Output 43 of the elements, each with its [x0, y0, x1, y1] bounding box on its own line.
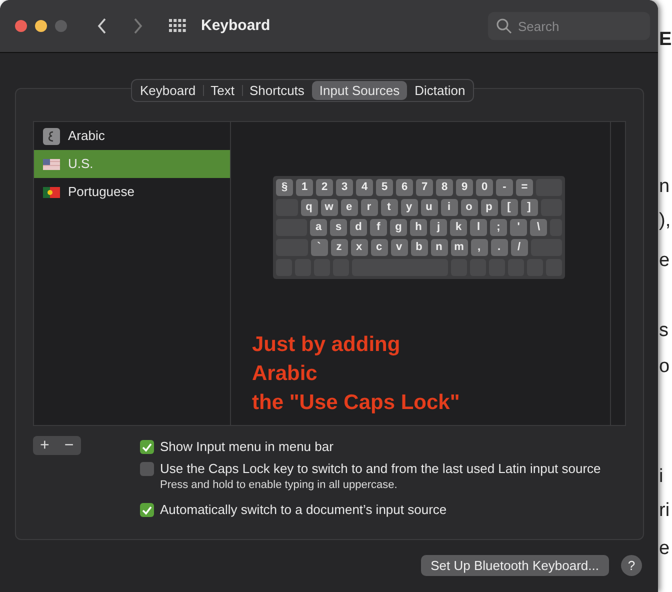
flag-icon [43, 158, 60, 170]
bluetooth-keyboard-button[interactable]: Set Up Bluetooth Keyboard... [420, 555, 609, 576]
page-text: i [659, 467, 664, 486]
page-text: ri [659, 501, 670, 520]
arabic-letter-icon [43, 128, 60, 144]
window-title: Keyboard [201, 16, 270, 36]
close-button[interactable] [15, 20, 27, 32]
checkbox-label: Use the Caps Lock key to switch to and from the last used Latin input source [160, 460, 601, 478]
source-name: Arabic [68, 127, 105, 146]
annotation-text: the "Use Caps Lock" [252, 390, 460, 416]
remove-button[interactable]: − [57, 436, 81, 455]
source-name: U.S. [68, 155, 94, 174]
checkbox[interactable] [140, 440, 154, 454]
tab[interactable]: Dictation [408, 81, 472, 100]
tab[interactable]: Input Sources [312, 81, 407, 100]
search-field[interactable]: Search [488, 12, 650, 40]
grid-icon[interactable] [169, 19, 187, 33]
page-text: ), [659, 211, 671, 230]
checkbox-label: Show Input menu in menu bar [160, 438, 334, 456]
checkbox[interactable] [140, 503, 154, 517]
page-text: o [659, 357, 670, 376]
annotation-text: Just by adding [252, 332, 400, 358]
tab[interactable]: Shortcuts [242, 81, 312, 100]
checkbox-label: Automatically switch to a document’s input source [160, 501, 447, 520]
page-text: n [659, 177, 670, 196]
tab[interactable]: Keyboard [133, 81, 203, 100]
tab[interactable]: Text [204, 81, 242, 100]
page-text: E [659, 30, 672, 49]
source-name: Portuguese [68, 183, 134, 202]
search-icon [496, 18, 512, 34]
page-text: s [659, 321, 668, 340]
list-item[interactable]: Portuguese [34, 178, 230, 206]
add-button[interactable]: + [33, 436, 56, 455]
help-button[interactable]: ? [621, 555, 642, 576]
minimize-button[interactable] [35, 20, 47, 32]
flag-icon [43, 186, 60, 198]
keyboard-drawing: § 1 2 3 4 5 6 7 8 9 0 - = q w e r t y u i o p [ ] a s d f g h j k l ; ' \ ` z x c v b n m , . / [273, 176, 565, 279]
hint-text: Press and hold to enable typing in all uppercase. [160, 478, 398, 493]
checkbox[interactable] [140, 462, 154, 476]
page-text: e [659, 251, 670, 270]
list-item[interactable]: Arabic [34, 122, 230, 150]
annotation-text: Arabic [252, 361, 318, 387]
page-text: e [659, 539, 670, 558]
